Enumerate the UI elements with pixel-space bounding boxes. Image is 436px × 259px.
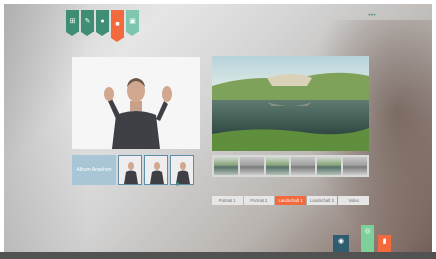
settings-icon: ✎ [84, 18, 91, 25]
landscape-thumbnail[interactable] [317, 157, 342, 175]
grid-icon: ⊞ [69, 18, 76, 25]
taskbar [0, 252, 436, 259]
landscape-thumbnail[interactable] [239, 157, 264, 175]
tab-portrait-1[interactable]: Portrait 1 [212, 196, 243, 205]
bottom-action-buttons: ◉ ◎ ▮ [331, 225, 397, 252]
tab-image[interactable]: ▣ [126, 10, 139, 36]
album-row: Album Ansehen [72, 155, 194, 185]
trash-button[interactable]: ▮ [378, 235, 391, 252]
tab-settings[interactable]: ✎ [81, 10, 94, 36]
tab-video[interactable]: Video [338, 196, 369, 205]
video-thumbnail[interactable] [118, 155, 142, 185]
tab-landschaft-2[interactable]: Landschaft 2 [306, 196, 338, 205]
chat-icon: ◉ [337, 238, 345, 245]
landscape-thumbnail[interactable] [214, 157, 238, 175]
lake-landscape-image [212, 56, 369, 151]
video-thumbnail[interactable] [144, 155, 168, 185]
landscape-thumbnail[interactable] [343, 157, 367, 175]
photo-button[interactable]: ◎ [361, 225, 374, 252]
image-icon: ▣ [129, 18, 136, 25]
chat-button[interactable]: ◉ [333, 235, 349, 252]
trash-icon: ▮ [382, 238, 387, 245]
signer-video-frame [72, 57, 200, 149]
tab-grid[interactable]: ⊞ [66, 10, 79, 36]
filter-tabs: Portrait 1 Portrait 2 Landschaft 1 Lands… [212, 196, 369, 205]
tab-landschaft-1[interactable]: Landschaft 1 [275, 196, 306, 205]
brand-logo: ••• [368, 13, 376, 19]
landscape-photo[interactable] [212, 56, 369, 151]
video-thumbnail[interactable] [170, 155, 194, 185]
circle-icon: ● [100, 17, 105, 25]
folder-icon: ■ [115, 20, 120, 28]
photo-icon: ◎ [364, 228, 371, 235]
landscape-thumbnail[interactable] [265, 157, 290, 175]
album-view-button[interactable]: Album Ansehen [72, 155, 116, 185]
tab-circle[interactable]: ● [96, 10, 109, 36]
thumbnail-strip [212, 155, 369, 177]
tab-folder[interactable]: ■ [111, 10, 124, 42]
landscape-thumbnail[interactable] [291, 157, 316, 175]
tab-portrait-2[interactable]: Portrait 2 [243, 196, 275, 205]
video-panel[interactable] [72, 57, 200, 149]
top-navigation: ⊞ ✎ ● ■ ▣ [66, 10, 139, 42]
